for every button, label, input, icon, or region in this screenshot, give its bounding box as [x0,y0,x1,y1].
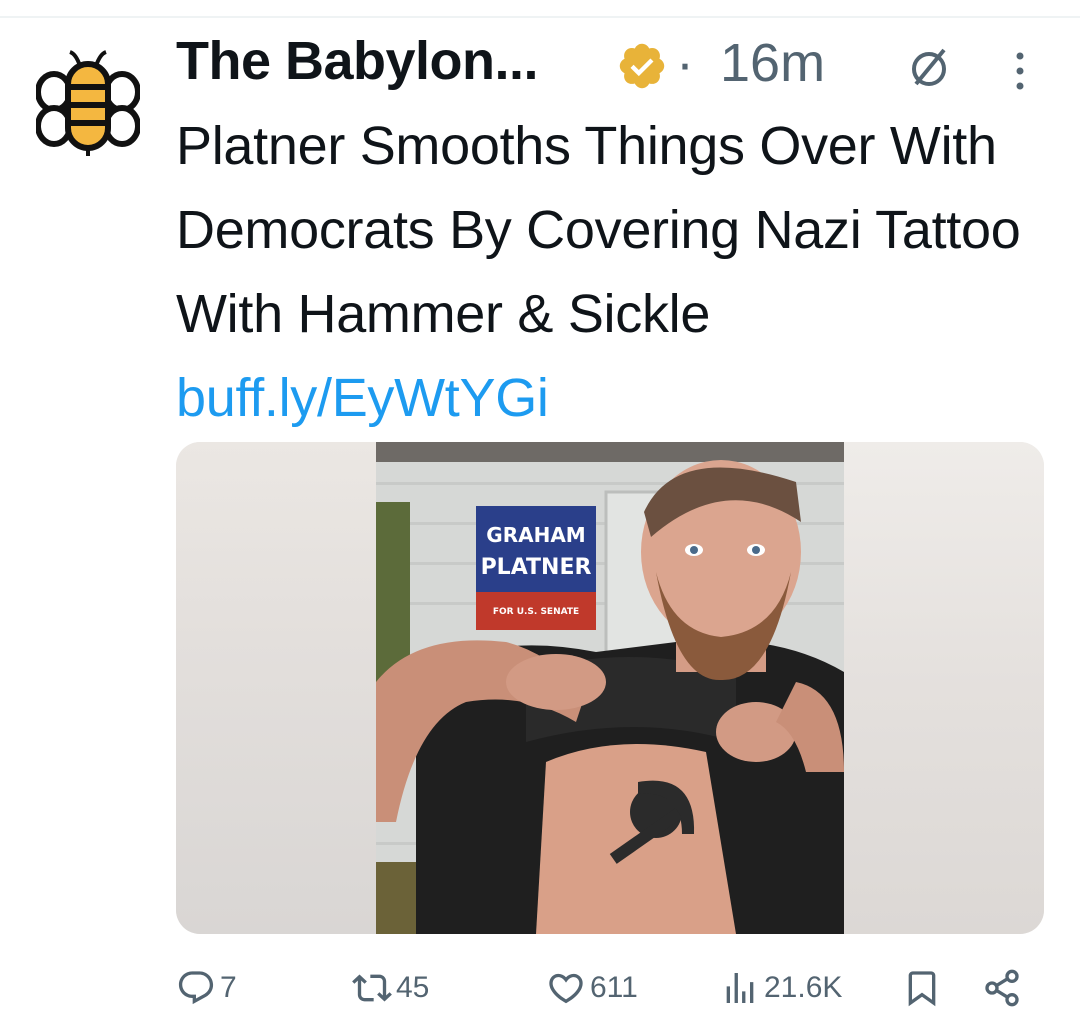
top-divider [0,16,1080,18]
views-count: 21.6K [764,971,843,1004]
views-button[interactable]: 21.6K [720,960,842,1016]
tweet-link[interactable]: buff.ly/EyWtYGi [176,368,549,428]
avatar[interactable] [35,50,141,158]
tweet-body: Platner Smooths Things Over With Democra… [176,116,1021,344]
sign-line-2: PLATNER [481,555,592,580]
like-icon [549,973,583,1004]
repost-button[interactable]: 45 [352,960,429,1016]
verified-badge-icon[interactable] [616,40,668,92]
separator-dot: · [676,33,694,93]
like-count: 611 [590,971,638,1004]
more-icon[interactable] [1012,50,1028,92]
like-button[interactable]: 611 [546,960,638,1016]
reply-button[interactable]: 7 [176,960,237,1016]
bee-logo-icon [35,50,141,156]
bookmark-icon [908,971,936,1007]
media-photo[interactable]: GRAHAM PLATNER FOR U.S. SENATE [376,442,844,934]
sign-line-1: GRAHAM [486,523,585,547]
reply-count: 7 [220,971,237,1004]
tweet-media[interactable]: GRAHAM PLATNER FOR U.S. SENATE [176,442,1044,934]
tweet-text: Platner Smooths Things Over With Democra… [176,104,1036,440]
share-icon [985,969,1019,1007]
repost-count: 45 [396,971,430,1004]
share-button[interactable] [982,960,1022,1016]
campaign-sign: GRAHAM PLATNER FOR U.S. SENATE [476,506,596,630]
repost-icon [352,974,392,1002]
action-bar: 7 45 611 21.6K [176,960,1056,1016]
sign-line-3: FOR U.S. SENATE [493,607,579,617]
author-name[interactable]: The Babylon... [176,30,539,92]
media-blur-left [176,442,376,934]
tweet-header: The Babylon... · 16m [176,30,1056,100]
bookmark-button[interactable] [902,960,942,1016]
media-blur-right [844,442,1044,934]
reply-icon [178,971,214,1005]
views-icon [726,973,754,1003]
timestamp[interactable]: 16m [720,32,825,94]
grok-icon[interactable] [906,44,952,90]
